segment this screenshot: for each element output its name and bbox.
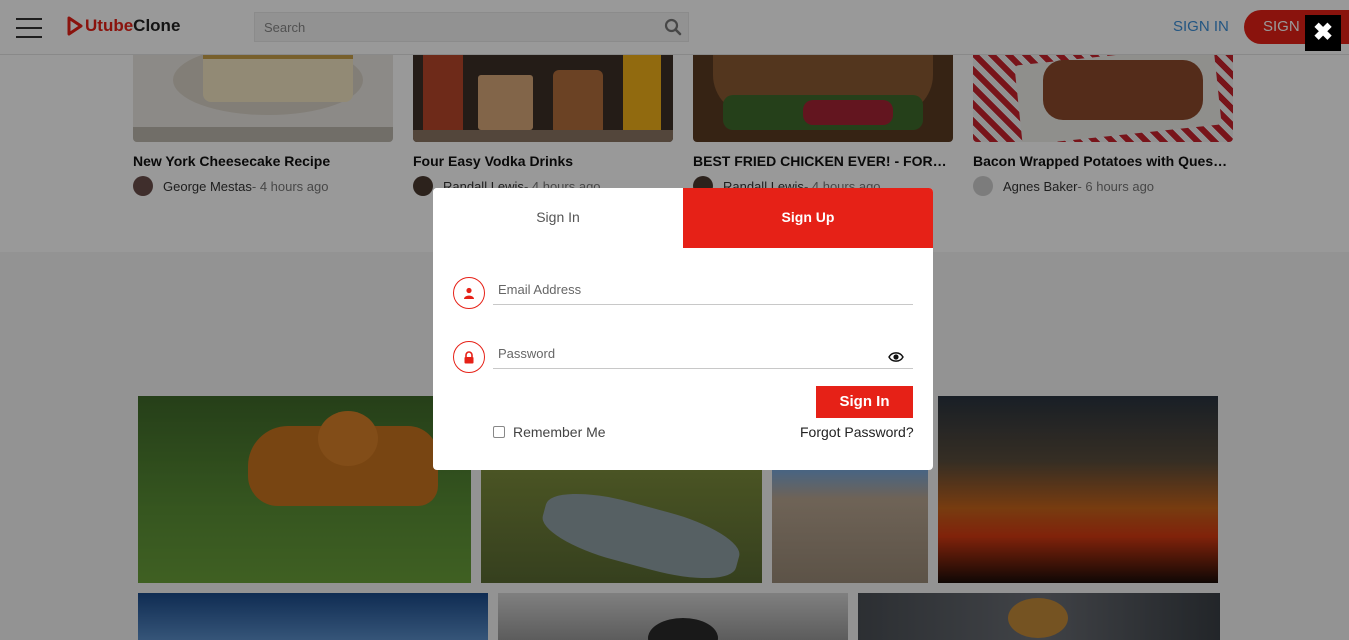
forgot-password-link[interactable]: Forgot Password?	[800, 424, 914, 440]
remember-checkbox[interactable]	[493, 426, 505, 438]
remember-me[interactable]: Remember Me	[493, 424, 606, 440]
tab-signup[interactable]: Sign Up	[683, 188, 933, 248]
signin-button[interactable]: Sign In	[816, 386, 913, 418]
eye-icon[interactable]	[888, 351, 904, 363]
user-icon	[453, 277, 485, 309]
email-field[interactable]	[493, 275, 913, 305]
password-field[interactable]	[493, 339, 913, 369]
lock-icon	[453, 341, 485, 373]
tab-signin[interactable]: Sign In	[433, 188, 683, 248]
auth-modal: Sign In Sign Up Sign In Remember Me Forg…	[433, 188, 933, 470]
close-icon[interactable]: ✖	[1305, 15, 1341, 51]
remember-label: Remember Me	[513, 424, 606, 440]
